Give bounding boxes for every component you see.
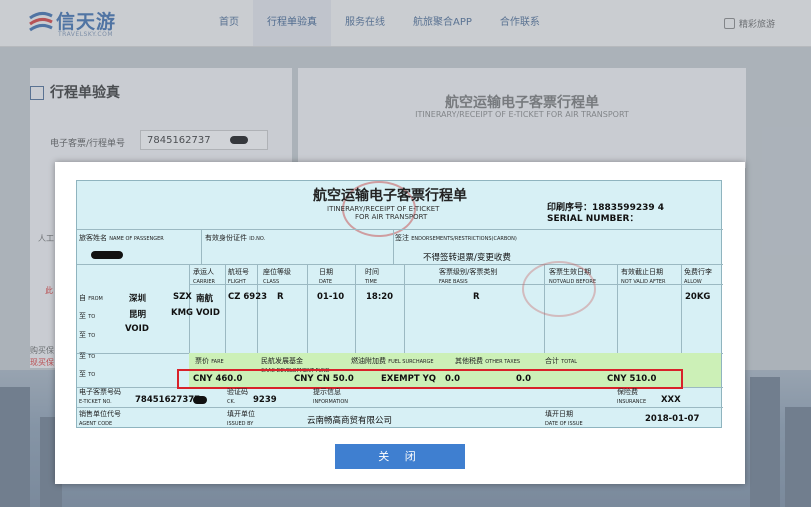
eticket-value: 78451627377: [135, 395, 201, 405]
endorsement-value: 不得签转退票/变更收费: [423, 253, 511, 263]
information-label: 提示信息 INFORMATION: [313, 388, 349, 405]
carrier-header: 承运人 CARRIER: [193, 268, 215, 285]
flight-value: CZ 6923: [228, 292, 268, 302]
to-city: 昆明: [129, 310, 147, 320]
endorsement-label: 签注 ENDORSEMENTS/RESTRICTIONS(CARBON): [395, 234, 517, 242]
allowance-header: 免费行李 ALLOW: [684, 268, 712, 285]
itinerary-receipt: 航空运输电子客票行程单 ITINERARY/RECEIPT OF E-TICKE…: [76, 180, 723, 428]
insurance-value: XXX: [661, 395, 681, 405]
divider: [201, 229, 202, 264]
not-valid-after-header: 有效截止日期 NOT VALID AFTER: [621, 268, 666, 285]
to-label: 至 TO: [79, 331, 96, 339]
other-taxes-label: 其他税费 OTHER TAXES: [455, 357, 521, 365]
check-code-value: 9239: [253, 395, 277, 405]
total-label: 合计 TOTAL: [545, 357, 578, 365]
void-segment: VOID: [125, 324, 149, 334]
void-carrier: VOID: [196, 308, 220, 318]
check-code-label: 验证码 CK.: [227, 388, 248, 405]
receipt-title: 航空运输电子客票行程单: [313, 188, 467, 204]
divider: [404, 264, 405, 353]
flight-header: 航班号 FLIGHT: [228, 268, 249, 285]
divider: [307, 264, 308, 353]
date-value: 01-10: [317, 292, 345, 302]
divider: [257, 264, 258, 353]
to-label: 至 TO: [79, 352, 96, 360]
class-value: R: [277, 292, 284, 302]
date-header: 日期 DATE: [319, 268, 333, 285]
divider: [617, 264, 618, 353]
to-label: 至 TO: [79, 370, 96, 378]
divider: [355, 264, 356, 353]
fuel-surcharge-label: 燃油附加费 FUEL SURCHARGE: [351, 357, 434, 365]
receipt-subtitle: FOR AIR TRANSPORT: [355, 213, 428, 221]
divider: [225, 264, 226, 353]
baggage-value: 20KG: [685, 292, 711, 302]
serial-number: SERIAL NUMBER：: [547, 214, 639, 224]
redacted-passenger-name: [91, 251, 123, 259]
itinerary-modal: 航空运输电子客票行程单 ITINERARY/RECEIPT OF E-TICKE…: [55, 162, 745, 484]
receipt-subtitle: ITINERARY/RECEIPT OF E-TICKET: [327, 205, 440, 213]
divider: [681, 264, 682, 353]
eticket-label: 电子客票号码 E-TICKET NO.: [79, 388, 121, 405]
fare-basis-value: R: [473, 292, 480, 302]
divider: [77, 229, 723, 230]
divider: [77, 264, 723, 265]
insurance-label: 保险费 INSURANCE: [617, 388, 647, 405]
from-label: 自 FROM: [79, 294, 103, 302]
divider: [393, 229, 394, 264]
redacted-mark: [193, 396, 207, 404]
class-header: 座位等级 CLASS: [263, 268, 291, 285]
time-header: 时间 TIME: [365, 268, 379, 285]
issued-by-value: 云南畅高商贸有限公司: [307, 416, 393, 426]
time-value: 18:20: [366, 292, 394, 302]
issue-date-value: 2018-01-07: [645, 414, 700, 424]
issued-by-label: 填开单位 ISSUED BY: [227, 410, 255, 427]
fare-label: 票价 FARE: [195, 357, 224, 365]
id-number-label: 有效身份证件 ID.NO.: [205, 234, 266, 242]
to-code: KMG: [171, 308, 194, 318]
from-code: SZX: [173, 292, 192, 302]
to-label: 至 TO: [79, 312, 96, 320]
faint-seal: [522, 261, 596, 317]
from-city: 深圳: [129, 294, 147, 304]
carrier-value: 南航: [196, 294, 214, 304]
close-button[interactable]: 关 闭: [335, 444, 465, 469]
fare-basis-header: 客票级别/客票类别 FARE BASIS: [439, 268, 498, 285]
divider: [77, 407, 723, 408]
highlight-box: [177, 369, 683, 389]
passenger-name-label: 旅客姓名 NAME OF PASSENGER: [79, 234, 164, 242]
agent-code-label: 销售单位代号 AGENT CODE: [79, 410, 121, 427]
issue-date-label: 填开日期 DATE OF ISSUE: [545, 410, 583, 427]
